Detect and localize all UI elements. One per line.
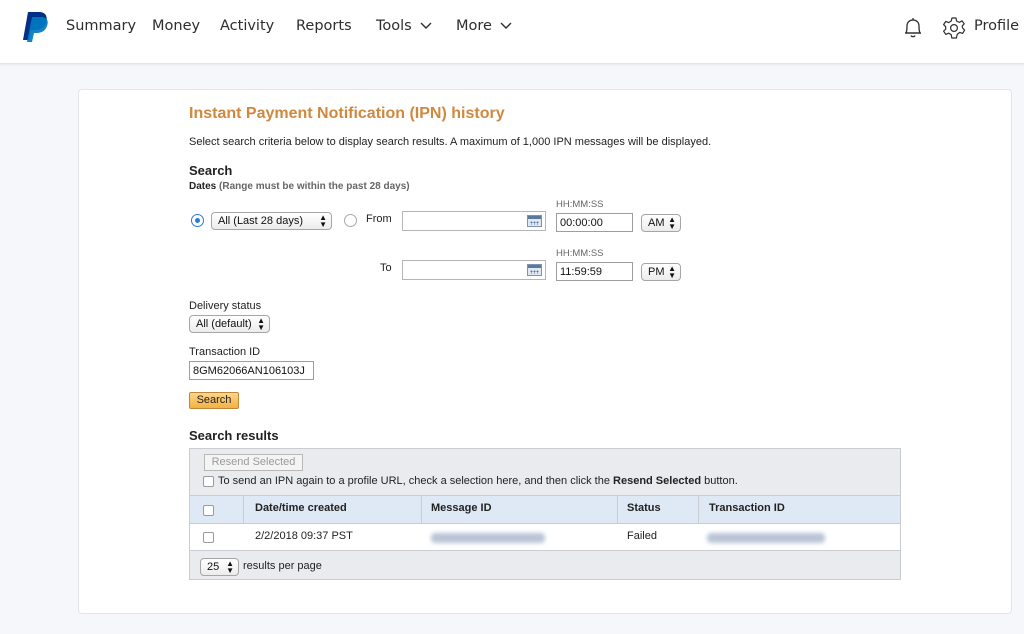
to-time-input[interactable]: 11:59:59	[556, 262, 633, 281]
gear-icon[interactable]	[942, 16, 966, 40]
paypal-logo[interactable]	[22, 10, 50, 42]
col-date-created[interactable]: Date/time created	[255, 502, 347, 514]
transaction-id-label: Transaction ID	[189, 346, 261, 358]
from-ampm-value: AM	[648, 217, 665, 229]
from-time-input[interactable]: 00:00:00	[556, 213, 633, 232]
hint-prefix: To send an IPN again to a profile URL, c…	[218, 475, 614, 487]
nav-reports[interactable]: Reports	[296, 18, 352, 34]
dates-label-text: Dates	[189, 181, 217, 192]
nav-tools-label: Tools	[376, 18, 412, 34]
from-date-input[interactable]	[402, 211, 546, 231]
select-arrows-icon: ▲ ▼	[668, 215, 676, 231]
nav-summary[interactable]: Summary	[66, 18, 136, 34]
dates-label: Dates (Range must be within the past 28 …	[189, 181, 410, 192]
col-status[interactable]: Status	[627, 502, 661, 514]
nav-money[interactable]: Money	[152, 18, 200, 34]
nav-activity[interactable]: Activity	[220, 18, 274, 34]
select-arrows-icon: ▲ ▼	[668, 264, 676, 280]
select-arrows-icon: ▲ ▼	[257, 316, 265, 332]
transaction-id-input[interactable]: 8GM62066AN106103J	[189, 361, 314, 380]
row-date: 2/2/2018 09:37 PST	[255, 530, 353, 542]
per-page-value: 25	[207, 561, 220, 573]
to-time-format-label: HH:MM:SS	[556, 248, 604, 259]
page-title: Instant Payment Notification (IPN) histo…	[189, 105, 505, 122]
calendar-icon[interactable]	[527, 264, 542, 276]
search-button[interactable]: Search	[189, 392, 239, 409]
dates-note: (Range must be within the past 28 days)	[219, 181, 410, 192]
calendar-icon[interactable]	[527, 215, 542, 227]
row-transaction-id-redacted[interactable]	[707, 533, 825, 543]
nav-tools[interactable]: Tools	[376, 18, 432, 34]
per-page-label: results per page	[243, 560, 322, 572]
hint-bold: Resend Selected	[613, 475, 702, 487]
profile-link[interactable]: Profile	[974, 18, 1019, 34]
search-results-heading: Search results	[189, 428, 279, 443]
select-arrows-icon: ▲ ▼	[319, 213, 327, 229]
radio-from-range[interactable]	[344, 214, 357, 227]
nav-more[interactable]: More	[456, 18, 512, 34]
row-checkbox[interactable]	[203, 532, 214, 543]
col-message-id[interactable]: Message ID	[431, 502, 492, 514]
select-all-checkbox[interactable]	[203, 505, 214, 516]
from-label: From	[366, 213, 392, 225]
col-transaction-id[interactable]: Transaction ID	[709, 502, 785, 514]
chevron-down-icon	[500, 22, 512, 29]
search-heading: Search	[189, 163, 233, 178]
to-date-input[interactable]	[402, 260, 546, 280]
nav-more-label: More	[456, 18, 492, 34]
delivery-status-select[interactable]: All (default) ▲ ▼	[189, 315, 270, 333]
to-ampm-select[interactable]: PM ▲ ▼	[641, 263, 681, 281]
chevron-down-icon	[420, 22, 432, 29]
row-message-id-redacted[interactable]	[431, 533, 545, 543]
select-arrows-icon: ▲ ▼	[226, 559, 234, 575]
row-status: Failed	[627, 530, 657, 542]
delivery-status-value: All (default)	[196, 318, 252, 330]
range-select[interactable]: All (Last 28 days) ▲ ▼	[211, 212, 332, 230]
resend-hint: To send an IPN again to a profile URL, c…	[218, 475, 738, 487]
to-label: To	[380, 262, 392, 274]
resend-checkbox[interactable]	[203, 476, 214, 487]
resend-selected-button[interactable]: Resend Selected	[204, 454, 303, 471]
bell-icon[interactable]	[902, 16, 924, 40]
intro-text: Select search criteria below to display …	[189, 136, 712, 148]
radio-all-range[interactable]	[191, 214, 204, 227]
per-page-select[interactable]: 25 ▲ ▼	[200, 558, 239, 576]
range-select-value: All (Last 28 days)	[218, 215, 303, 227]
delivery-status-label: Delivery status	[189, 300, 262, 312]
from-time-format-label: HH:MM:SS	[556, 199, 604, 210]
hint-suffix: button.	[701, 475, 738, 487]
to-ampm-value: PM	[648, 266, 665, 278]
from-ampm-select[interactable]: AM ▲ ▼	[641, 214, 681, 232]
